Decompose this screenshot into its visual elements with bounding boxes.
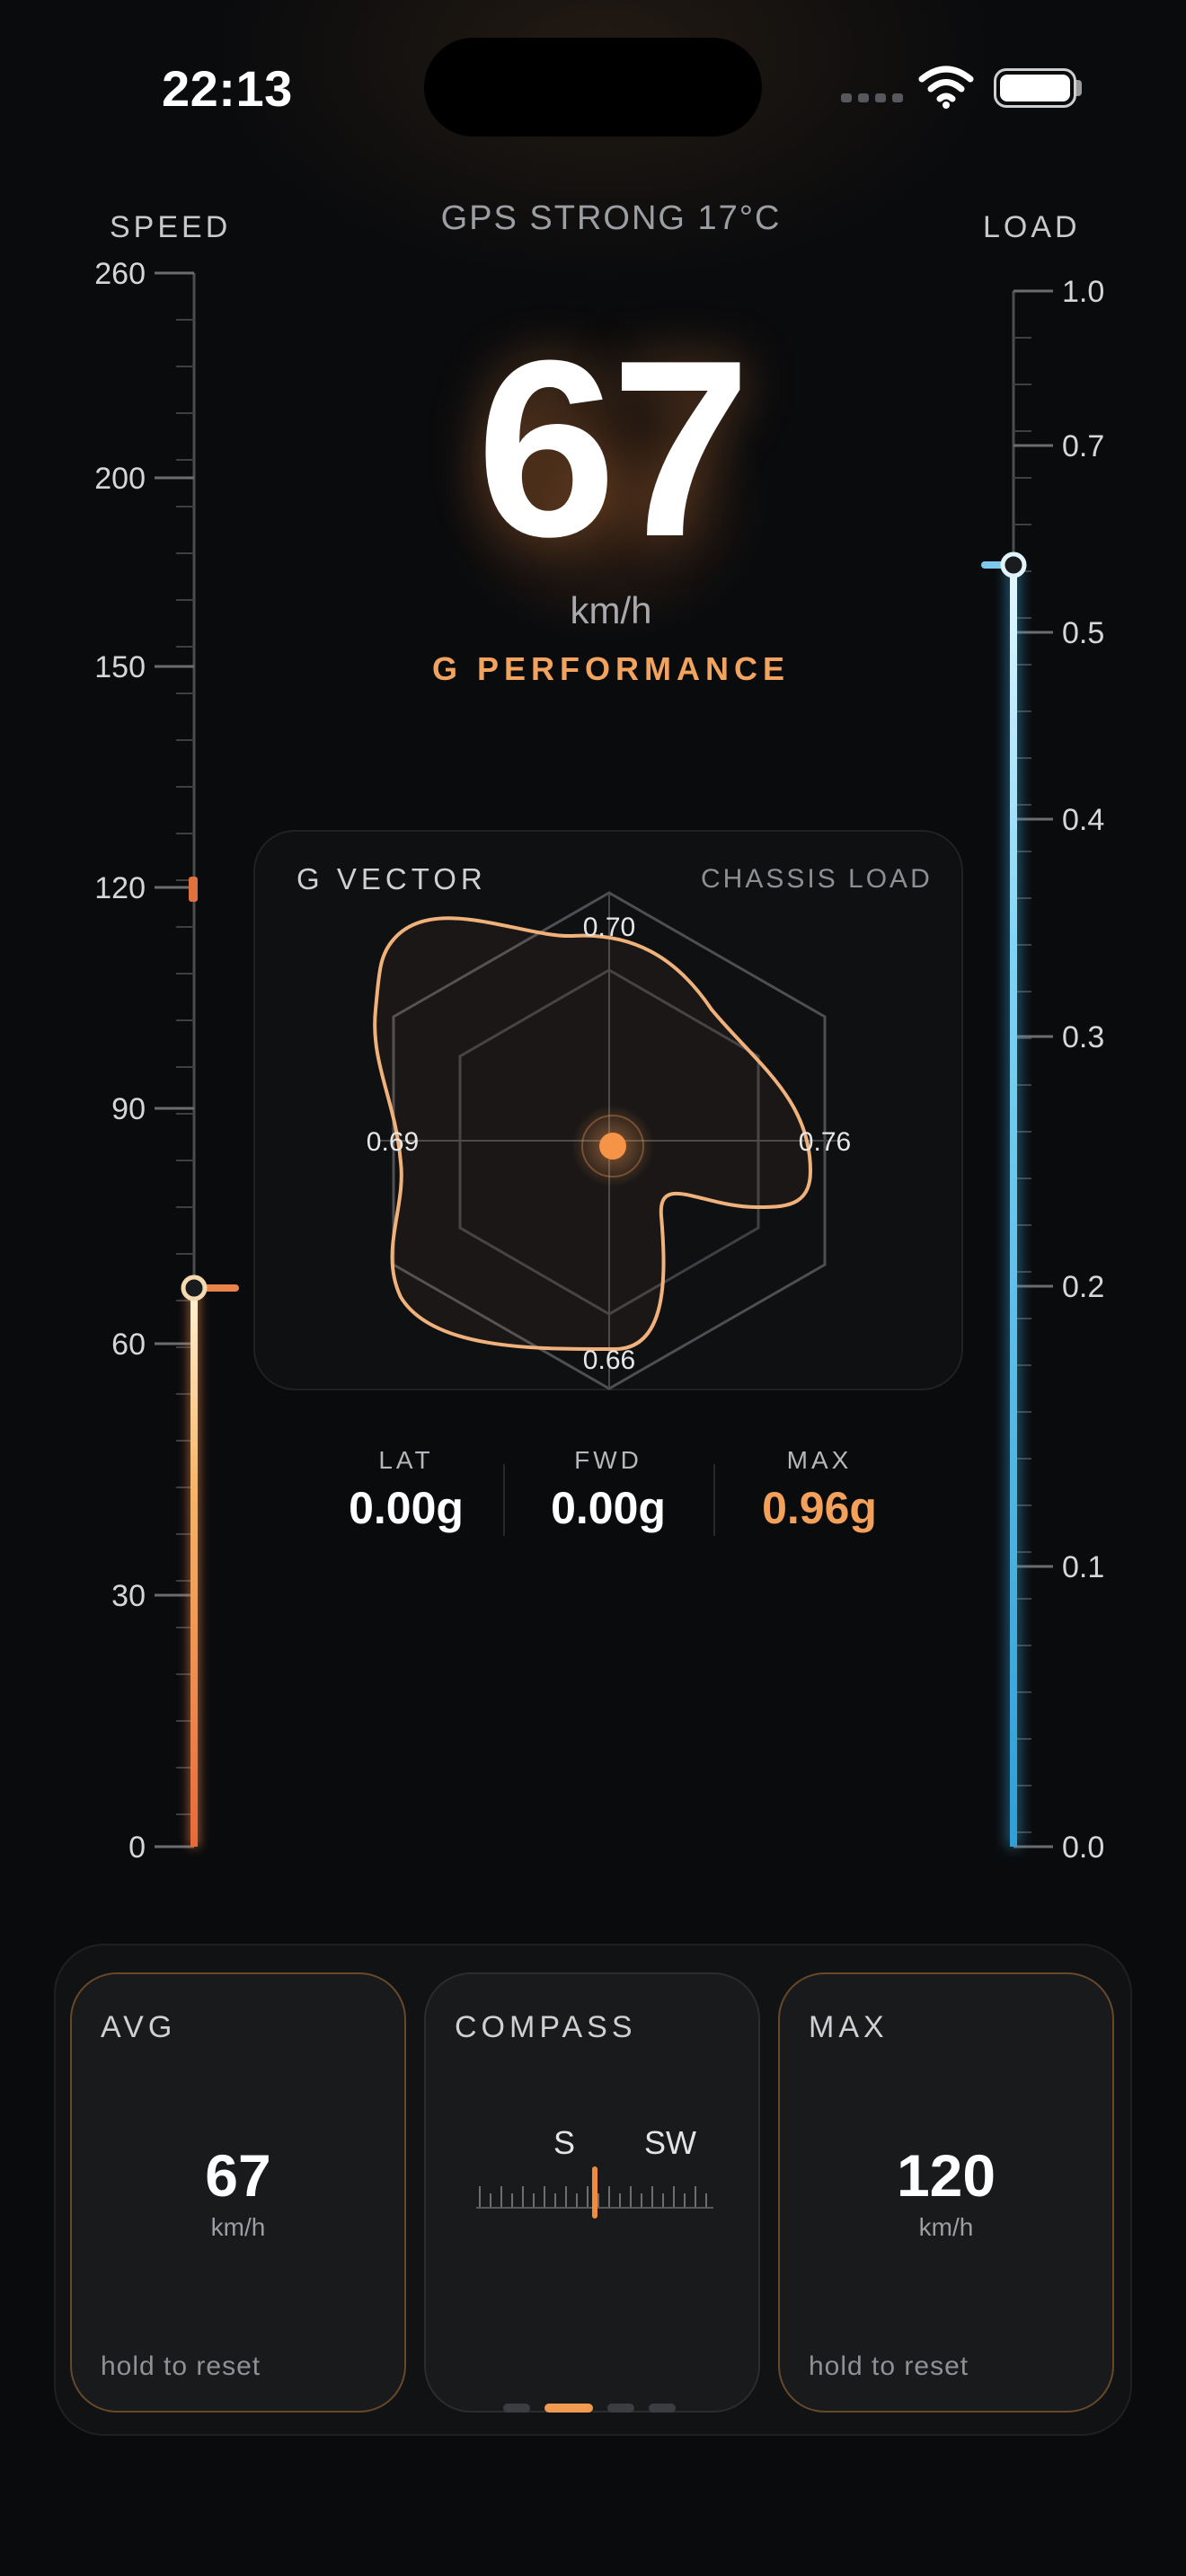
avg-card-title: AVG [101,2010,177,2044]
stat-lat: LAT 0.00g [316,1446,496,1534]
stat-max-label: MAX [786,1446,853,1474]
speed-unit: km/h [570,589,652,631]
page-dot[interactable] [544,2404,593,2413]
speed-scale: 260 200 150 120 90 60 30 0 [94,257,239,1865]
load-tick-label: 0.4 [1062,803,1104,837]
load-fill-bar [1010,565,1017,1847]
stat-max-value: 0.96g [762,1483,877,1533]
load-tick-label: 0.2 [1062,1270,1104,1304]
load-tick-label: 0.0 [1062,1831,1104,1865]
speed-current-knob[interactable] [181,1275,208,1301]
g-stats-row: LAT 0.00g FWD 0.00g MAX 0.96g [316,1446,909,1554]
avg-card-hint: hold to reset [101,2351,261,2381]
page-dot[interactable] [503,2404,530,2413]
max-card-title: MAX [809,2010,889,2044]
battery-tip [1076,80,1082,96]
dynamic-island [424,38,762,137]
speed-tick-label: 120 [94,871,146,905]
load-major-ticks: 1.0 0.7 0.5 0.4 0.3 0.2 0.1 0.0 [1013,275,1104,1865]
compass-card-title: COMPASS [455,2010,637,2044]
status-time: 22:13 [162,60,293,117]
battery-icon [994,68,1076,108]
speed-tick-label: 30 [111,1579,146,1613]
speed-tick-label: 0 [128,1831,146,1865]
compass-dir-s: S [553,2124,575,2161]
stat-fwd: FWD 0.00g [518,1446,698,1534]
load-current-knob[interactable] [1000,551,1027,578]
g-current-dot [599,1133,626,1160]
speed-max-marker [189,877,198,902]
radar-label-bottom: 0.66 [583,1345,635,1375]
stat-fwd-value: 0.00g [551,1483,666,1533]
signal-dots-icon [841,93,903,102]
load-tick-label: 0.7 [1062,429,1104,463]
wifi-icon [918,66,974,109]
load-tick-label: 1.0 [1062,275,1104,309]
compass-strip: S SW [476,2124,713,2219]
max-card[interactable]: MAX 120 km/h hold to reset [778,1972,1114,2413]
avg-card-unit: km/h [210,2213,266,2241]
speed-tick-label: 150 [94,650,146,684]
gps-status: GPS STRONG 17°C [440,199,782,237]
load-tick-label: 0.1 [1062,1550,1104,1584]
max-card-unit: km/h [918,2213,974,2241]
speed-major-ticks: 260 200 150 120 90 60 30 0 [94,257,194,1865]
load-tick-label: 0.3 [1062,1020,1104,1054]
speed-tick-label: 260 [94,257,146,291]
compass-heading-needle [592,2166,597,2219]
radar-label-right: 0.76 [799,1127,851,1157]
stat-lat-label: LAT [378,1446,434,1474]
speed-tick-label: 200 [94,462,146,496]
stat-lat-value: 0.00g [349,1483,464,1533]
stat-divider [713,1464,715,1536]
speed-tick-label: 60 [111,1328,146,1362]
speed-scale-label: SPEED [110,210,232,244]
g-radar-chart: 0.70 0.69 0.76 0.66 [367,891,851,1390]
page-dot[interactable] [607,2404,634,2413]
speed-fill-bar [190,1288,198,1847]
avg-card-value: 67 [205,2142,271,2209]
radar-label-top: 0.70 [583,913,635,942]
max-card-hint: hold to reset [809,2351,969,2381]
mode-label[interactable]: G PERFORMANCE [377,650,845,688]
stat-fwd-label: FWD [574,1446,642,1474]
load-scale-label: LOAD [983,210,1081,244]
compass-dir-sw: SW [644,2124,696,2161]
current-speed: 67 [476,309,750,589]
load-scale: 1.0 0.7 0.5 0.4 0.3 0.2 0.1 0.0 [981,275,1104,1865]
page-dot[interactable] [649,2404,676,2413]
max-card-value: 120 [896,2142,996,2209]
radar-label-left: 0.69 [367,1127,419,1157]
stat-divider [503,1464,505,1536]
stat-max: MAX 0.96g [730,1446,909,1534]
load-tick-label: 0.5 [1062,616,1104,650]
page-indicator[interactable] [503,2404,676,2413]
avg-card[interactable]: AVG 67 km/h hold to reset [70,1972,406,2413]
speed-tick-label: 90 [111,1092,146,1126]
compass-card[interactable]: COMPASS S SW [424,1972,760,2413]
